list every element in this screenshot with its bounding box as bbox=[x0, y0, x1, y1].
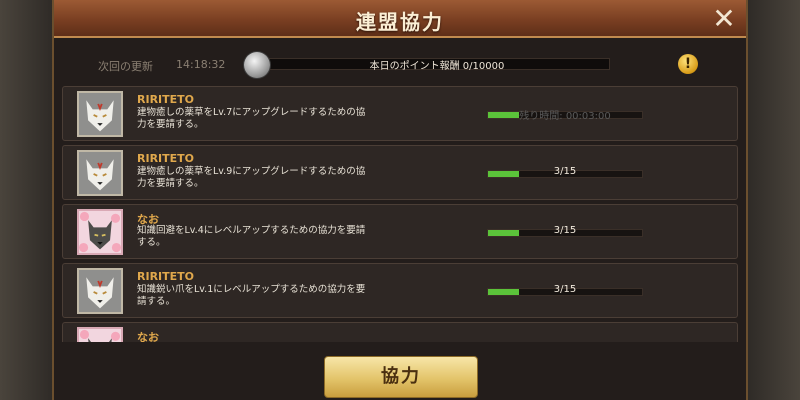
requester-name: RIRITETO bbox=[137, 270, 194, 283]
requester-name: なお bbox=[137, 331, 159, 342]
requester-name: RIRITETO bbox=[137, 152, 194, 165]
daily-points-row: 次回の更新 14:18:32 本日のポイント報酬 0/10000 ! bbox=[54, 48, 746, 82]
help-request-row[interactable]: なお bbox=[62, 322, 738, 342]
help-request-row[interactable]: RIRITETO 建物癒しの薬草をLv.7にアップグレードするための協力を要請する… bbox=[62, 86, 738, 141]
alliance-help-dialog: 連盟協力 ✕ 次回の更新 14:18:32 本日のポイント報酬 0/10000 … bbox=[52, 0, 748, 400]
requester-name: RIRITETO bbox=[137, 93, 194, 106]
background-left bbox=[0, 0, 52, 400]
request-description: 建物癒しの薬草をLv.9にアップグレードするための協力を要請する。 bbox=[137, 166, 366, 189]
next-update-time: 14:18:32 bbox=[176, 58, 226, 71]
white-wolf-avatar bbox=[77, 268, 123, 314]
help-progress-label: 3/15 bbox=[553, 166, 577, 177]
background-right bbox=[748, 0, 800, 400]
close-icon[interactable]: ✕ bbox=[708, 3, 740, 35]
help-progress-label: 3/15 bbox=[553, 284, 577, 295]
help-progress-label: 3/15 bbox=[553, 225, 577, 236]
request-description: 建物癒しの薬草をLv.7にアップグレードするための協力を要請する。 bbox=[137, 107, 366, 130]
help-progress-label: 残り時間: 00:03:00 bbox=[519, 111, 611, 122]
next-update-label: 次回の更新 bbox=[98, 60, 153, 73]
help-request-row[interactable]: なお 知識回避をLv.4にレベルアップするための協力を要請する。 3/15 bbox=[62, 204, 738, 259]
help-request-row[interactable]: RIRITETO 建物癒しの薬草をLv.9にアップグレードするための協力を要請する… bbox=[62, 145, 738, 200]
grey-wolf-flower-avatar bbox=[77, 209, 123, 255]
help-all-button[interactable]: 協力 bbox=[324, 356, 478, 398]
white-wolf-avatar bbox=[77, 150, 123, 196]
grey-wolf-flower-avatar bbox=[77, 327, 123, 342]
white-wolf-avatar bbox=[77, 91, 123, 137]
dialog-title: 連盟協力 bbox=[356, 10, 444, 34]
request-description: 知識回避をLv.4にレベルアップするための協力を要請する。 bbox=[137, 225, 366, 248]
info-icon[interactable]: ! bbox=[678, 54, 698, 74]
request-description: 知識鋭い爪をLv.1にレベルアップするための協力を要請する。 bbox=[137, 284, 366, 307]
title-bar: 連盟協力 ✕ bbox=[54, 0, 746, 38]
help-request-row[interactable]: RIRITETO 知識鋭い爪をLv.1にレベルアップするための協力を要請する。 3/… bbox=[62, 263, 738, 318]
help-request-list[interactable]: RIRITETO 建物癒しの薬草をLv.7にアップグレードするための協力を要請する… bbox=[62, 86, 738, 342]
daily-points-label: 本日のポイント報酬 0/10000 bbox=[369, 61, 505, 72]
